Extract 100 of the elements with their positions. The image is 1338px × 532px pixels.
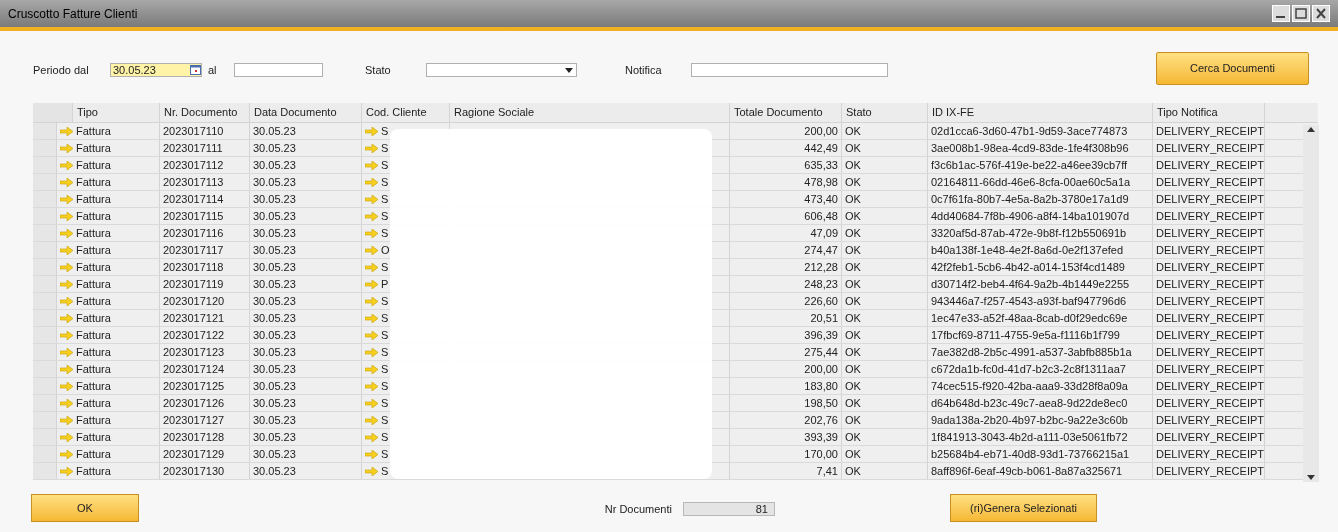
generate-button[interactable]: (ri)Genera Selezionati (950, 494, 1097, 522)
link-arrow-icon[interactable] (365, 347, 378, 357)
link-arrow-icon[interactable] (60, 381, 73, 391)
maximize-icon[interactable] (1292, 5, 1310, 22)
link-arrow-icon[interactable] (60, 313, 73, 323)
table-cell: 02164811-66dd-46e6-8cfa-00ae60c5a1a (931, 174, 1131, 190)
link-arrow-icon[interactable] (60, 211, 73, 221)
row-selector[interactable] (33, 378, 57, 394)
link-arrow-icon[interactable] (365, 466, 378, 476)
link-arrow-icon[interactable] (60, 415, 73, 425)
link-arrow-icon[interactable] (60, 466, 73, 476)
scrollbar[interactable] (1303, 125, 1319, 482)
link-arrow-icon[interactable] (365, 160, 378, 170)
row-selector[interactable] (33, 412, 57, 428)
row-selector[interactable] (33, 327, 57, 343)
link-arrow-icon[interactable] (60, 347, 73, 357)
link-arrow-icon[interactable] (60, 177, 73, 187)
link-arrow-icon[interactable] (60, 262, 73, 272)
table-cell: 2023017128 (163, 429, 225, 445)
column-header[interactable]: Data Documento (250, 103, 362, 122)
link-arrow-icon[interactable] (365, 211, 378, 221)
row-selector[interactable] (33, 242, 57, 258)
table-cell: 226,60 (804, 293, 838, 309)
row-selector[interactable] (33, 446, 57, 462)
link-arrow-icon[interactable] (365, 245, 378, 255)
column-header[interactable]: Tipo Notifica (1153, 103, 1265, 122)
search-button[interactable]: Cerca Documenti (1156, 52, 1309, 85)
link-arrow-icon[interactable] (365, 143, 378, 153)
link-arrow-icon[interactable] (365, 449, 378, 459)
close-icon[interactable] (1312, 5, 1330, 22)
link-arrow-icon[interactable] (60, 296, 73, 306)
column-header[interactable]: Nr. Documento (160, 103, 250, 122)
column-header[interactable]: Cod. Cliente (362, 103, 450, 122)
table-cell: 20,51 (810, 310, 838, 326)
link-arrow-icon[interactable] (365, 194, 378, 204)
link-arrow-icon[interactable] (60, 364, 73, 374)
link-arrow-icon[interactable] (60, 194, 73, 204)
row-selector[interactable] (33, 463, 57, 479)
row-selector[interactable] (33, 157, 57, 173)
row-selector[interactable] (33, 259, 57, 275)
ok-button[interactable]: OK (31, 494, 139, 522)
notification-field[interactable] (691, 63, 888, 77)
table-cell: DELIVERY_RECEIPT (1156, 157, 1264, 173)
table-cell: b40a138f-1e48-4e2f-8a6d-0e2f137efed (931, 242, 1124, 258)
scroll-down-icon[interactable] (1307, 475, 1315, 480)
row-selector[interactable] (33, 174, 57, 190)
link-arrow-icon[interactable] (60, 143, 73, 153)
link-arrow-icon[interactable] (60, 228, 73, 238)
row-selector[interactable] (33, 123, 57, 139)
link-arrow-icon[interactable] (365, 398, 378, 408)
link-arrow-icon[interactable] (60, 330, 73, 340)
column-header[interactable]: Totale Documento (730, 103, 842, 122)
link-arrow-icon[interactable] (60, 449, 73, 459)
calendar-icon[interactable] (190, 65, 201, 75)
link-arrow-icon[interactable] (365, 381, 378, 391)
row-selector[interactable] (33, 395, 57, 411)
scroll-up-icon[interactable] (1307, 127, 1315, 132)
date-field[interactable] (234, 63, 323, 77)
link-arrow-icon[interactable] (60, 398, 73, 408)
row-selector[interactable] (33, 191, 57, 207)
link-arrow-icon[interactable] (60, 279, 73, 289)
row-selector[interactable] (33, 310, 57, 326)
link-arrow-icon[interactable] (60, 432, 73, 442)
row-selector[interactable] (33, 208, 57, 224)
row-selector[interactable] (33, 225, 57, 241)
row-selector[interactable] (33, 276, 57, 292)
field-label: Stato (365, 62, 392, 78)
link-arrow-icon[interactable] (60, 126, 73, 136)
link-arrow-icon[interactable] (365, 228, 378, 238)
table-cell: OK (845, 327, 861, 343)
link-arrow-icon[interactable] (365, 364, 378, 374)
row-selector[interactable] (33, 293, 57, 309)
minimize-icon[interactable] (1272, 5, 1290, 22)
table-cell: Fattura (76, 276, 111, 292)
column-header[interactable]: Stato (842, 103, 928, 122)
column-header[interactable]: Tipo (73, 103, 160, 122)
link-arrow-icon[interactable] (365, 296, 378, 306)
link-arrow-icon[interactable] (365, 313, 378, 323)
row-selector[interactable] (33, 361, 57, 377)
table-cell: 2023017120 (163, 293, 225, 309)
link-arrow-icon[interactable] (365, 279, 378, 289)
link-arrow-icon[interactable] (365, 262, 378, 272)
link-arrow-icon[interactable] (365, 330, 378, 340)
table-cell: 2023017116 (163, 225, 224, 241)
status-dropdown[interactable] (426, 63, 577, 77)
table-cell: 2023017112 (163, 157, 224, 173)
link-arrow-icon[interactable] (365, 432, 378, 442)
link-arrow-icon[interactable] (365, 126, 378, 136)
table-cell: b25684b4-eb71-40d8-93d1-73766215a1 (931, 446, 1130, 462)
row-selector[interactable] (33, 429, 57, 445)
link-arrow-icon[interactable] (365, 177, 378, 187)
row-selector[interactable] (33, 344, 57, 360)
link-arrow-icon[interactable] (365, 415, 378, 425)
link-arrow-icon[interactable] (60, 245, 73, 255)
date-field[interactable]: 30.05.23 (110, 63, 202, 77)
table-cell: 30.05.23 (253, 429, 296, 445)
row-selector[interactable] (33, 140, 57, 156)
column-header[interactable]: Ragione Sociale (450, 103, 730, 122)
link-arrow-icon[interactable] (60, 160, 73, 170)
column-header[interactable]: ID IX-FE (928, 103, 1153, 122)
